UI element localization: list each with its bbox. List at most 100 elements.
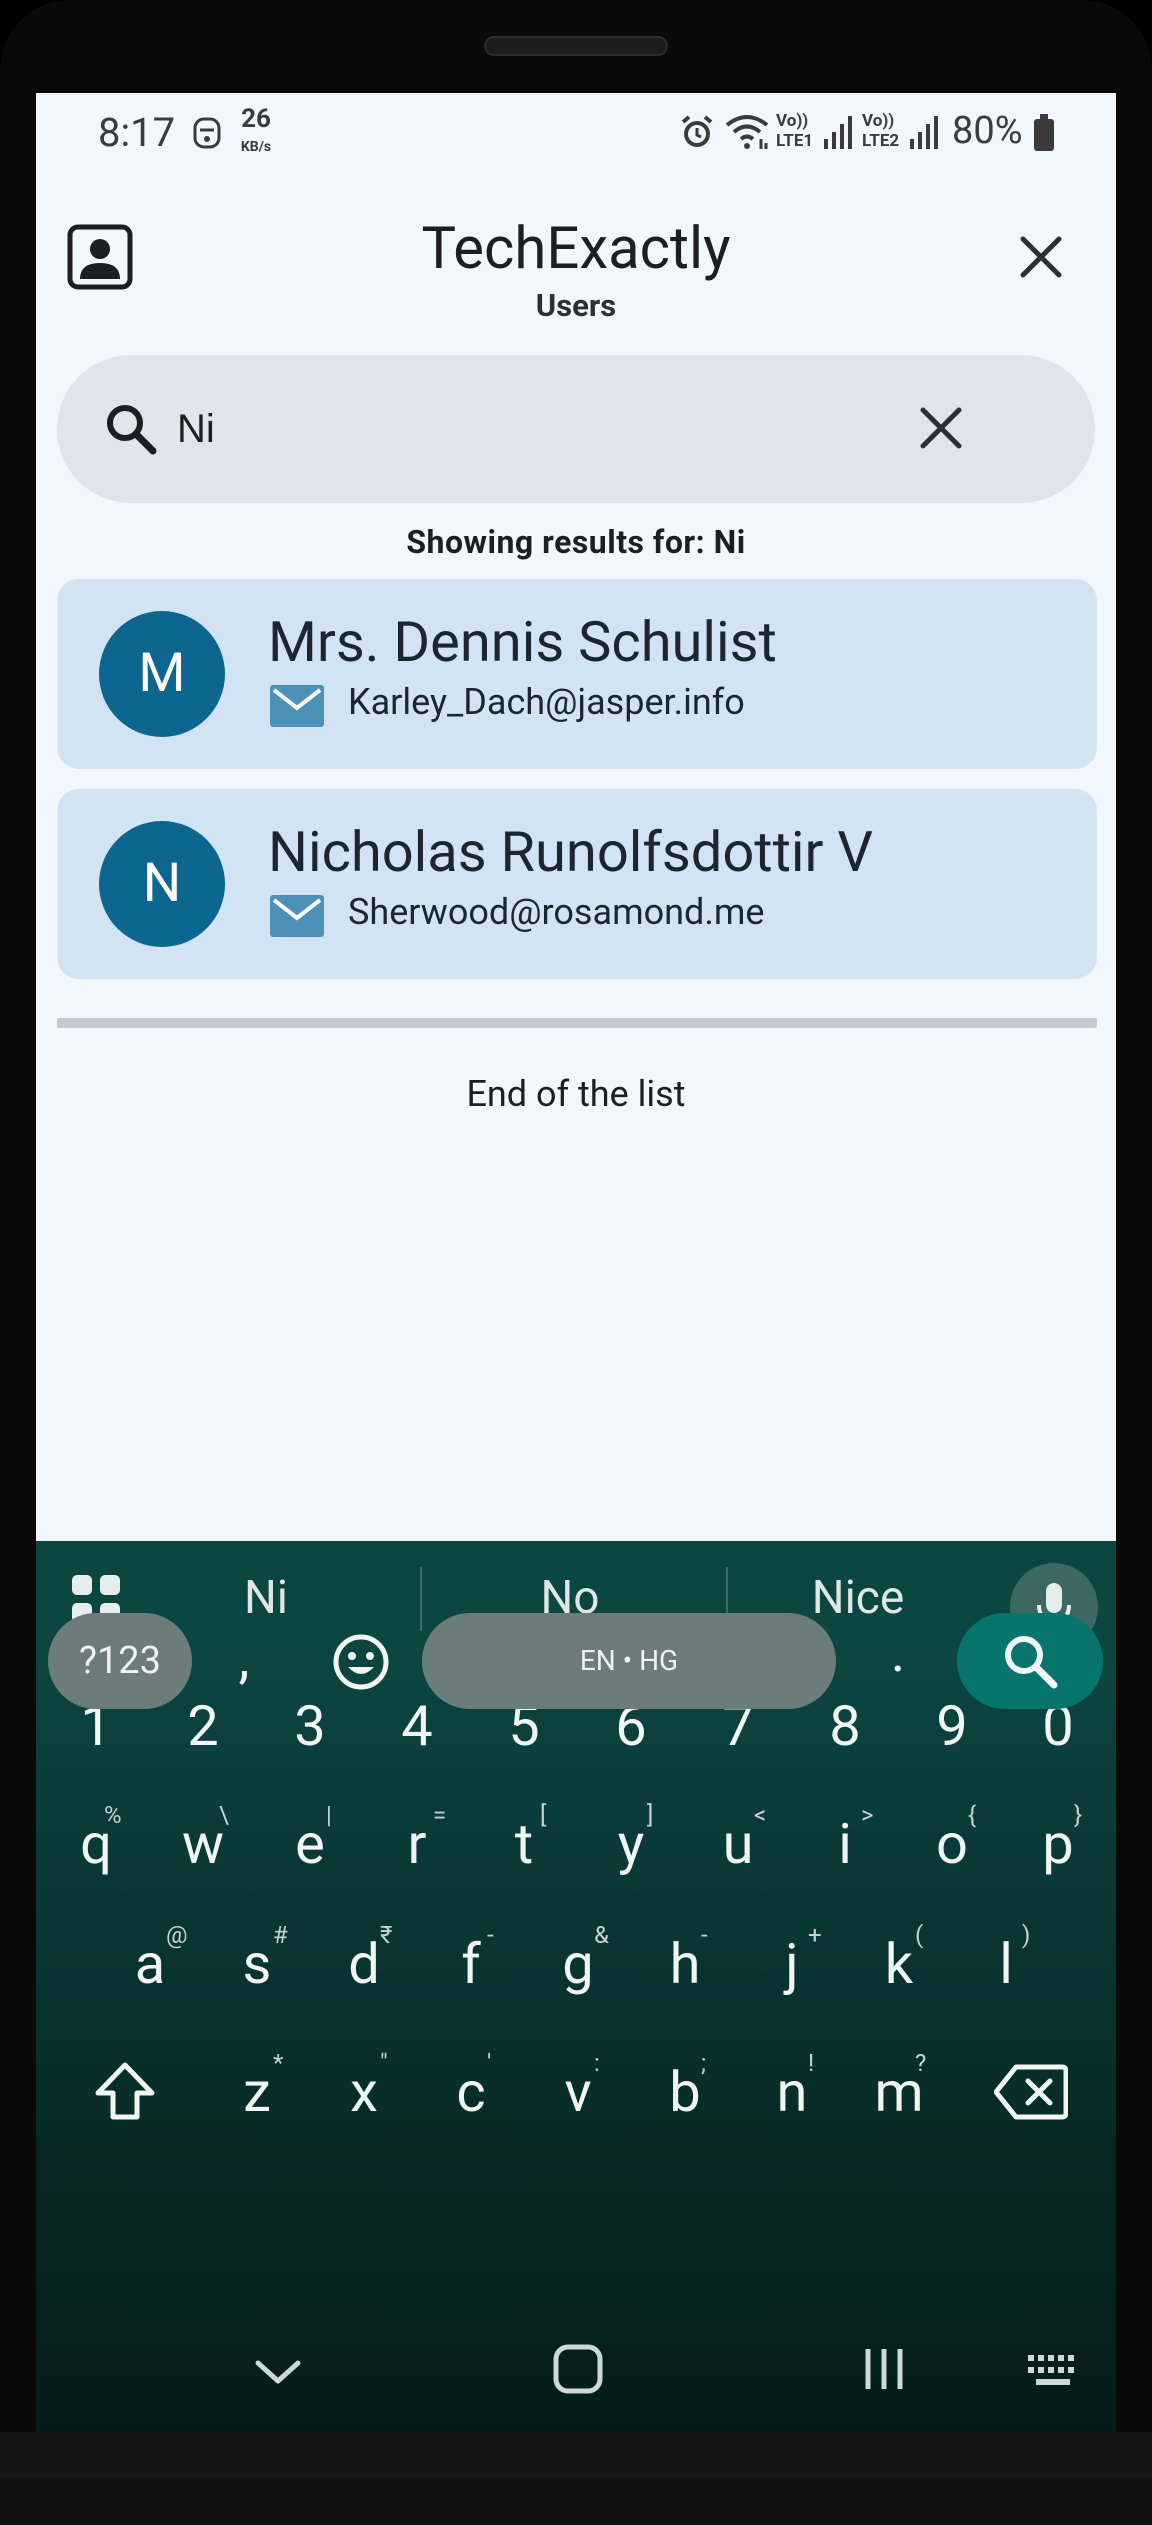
key-d[interactable]: d ₹	[324, 1921, 404, 1997]
key-letter: k	[884, 1931, 914, 1997]
status-time: 8:17	[98, 109, 176, 156]
close-icon[interactable]	[1017, 233, 1065, 281]
key-hint: [	[540, 1801, 547, 1829]
suggestion-1[interactable]: Ni	[206, 1571, 326, 1625]
suggestion-separator	[420, 1567, 422, 1631]
key-o[interactable]: o{	[912, 1801, 992, 1877]
key-letter: p	[1042, 1811, 1074, 1877]
key-hint: -	[487, 1921, 494, 1949]
user-name: Mrs. Dennis Schulist	[268, 609, 777, 675]
search-icon	[1005, 1636, 1058, 1689]
search-bar[interactable]	[57, 355, 1095, 503]
key-q[interactable]: q%	[56, 1801, 136, 1877]
app-header: TechExactly Users	[36, 193, 1116, 324]
key-b[interactable]: b;	[645, 2049, 725, 2125]
status-bar: 8:17 26 KB/s Vo)) LTE1 Vo)) LTE2 80%	[36, 93, 1116, 173]
key-w[interactable]: w \	[163, 1801, 243, 1877]
key-letter: c	[456, 2059, 486, 2125]
key-e[interactable]: e |	[270, 1801, 350, 1877]
key-hint: =	[433, 1801, 447, 1829]
battery-icon	[1034, 114, 1054, 151]
key-hint: }	[1074, 1801, 1083, 1829]
user-card[interactable]: M Mrs. Dennis Schulist Karley_Dach@jaspe…	[57, 579, 1097, 769]
key-2[interactable]: 2	[163, 1693, 243, 1759]
emoji-icon[interactable]	[332, 1633, 390, 1691]
key-x[interactable]: x "	[324, 2049, 404, 2125]
key-hint: *	[273, 2049, 284, 2077]
key-hint: ?	[915, 2049, 927, 2077]
key-letter: d	[348, 1931, 380, 1997]
key-c[interactable]: c '	[431, 2049, 511, 2125]
hide-keyboard-icon[interactable]	[254, 2357, 302, 2387]
sim2-volte-label: Vo)) LTE2	[862, 111, 899, 151]
key-s[interactable]: s #	[217, 1921, 297, 1997]
key-letter: a	[134, 1931, 166, 1997]
phone-bottom-edge	[0, 2432, 1152, 2478]
key-8[interactable]: 8	[805, 1693, 885, 1759]
key-v[interactable]: v:	[538, 2049, 618, 2125]
key-g[interactable]: g &	[538, 1921, 618, 1997]
clear-search-icon[interactable]	[918, 405, 964, 451]
app-subtitle: Users	[535, 287, 617, 324]
key-hint: %	[104, 1801, 122, 1829]
shift-icon[interactable]	[92, 2059, 158, 2125]
space-key[interactable]: EN • HG	[422, 1613, 836, 1709]
key-hint: (	[915, 1921, 924, 1949]
data-speed-unit: KB/s	[240, 139, 272, 155]
backspace-icon[interactable]	[994, 2063, 1068, 2121]
sim1-volte-text: Vo))	[776, 111, 809, 131]
key-letter: g	[562, 1931, 594, 1997]
home-icon[interactable]	[552, 2343, 604, 2395]
key-letter: j	[785, 1931, 799, 1997]
key-letter: x	[350, 2059, 378, 2125]
key-hint: @	[166, 1921, 188, 1949]
key-9[interactable]: 9	[912, 1693, 992, 1759]
key-f[interactable]: f-	[431, 1921, 511, 1997]
key-l[interactable]: l)	[966, 1921, 1046, 1997]
alarm-icon	[681, 115, 713, 147]
key-letter: l	[999, 1931, 1013, 1997]
key-k[interactable]: k(	[859, 1921, 939, 1997]
key-hint: -	[701, 1921, 708, 1949]
key-m[interactable]: m?	[859, 2049, 939, 2125]
search-enter-key[interactable]	[957, 1613, 1103, 1709]
key-n[interactable]: n!	[752, 2049, 832, 2125]
key-a[interactable]: a @	[110, 1921, 190, 1997]
face-icon	[193, 117, 221, 149]
search-input[interactable]	[177, 395, 737, 463]
key-letter: f	[461, 1931, 481, 1997]
symbols-key[interactable]: ?123	[48, 1613, 192, 1709]
phone-bottom-bezel	[0, 2432, 1152, 2525]
search-icon	[107, 405, 157, 455]
key-r[interactable]: r =	[377, 1801, 457, 1877]
key-j[interactable]: j +	[752, 1921, 832, 1997]
key-4[interactable]: 4	[377, 1693, 457, 1759]
key-i[interactable]: i >	[805, 1801, 885, 1877]
phone-speaker	[484, 36, 668, 56]
sim2-label: LTE2	[862, 131, 900, 151]
key-hint: |	[326, 1801, 332, 1829]
key-letter: n	[776, 2059, 808, 2125]
key-u[interactable]: u <	[698, 1801, 778, 1877]
key-period[interactable]: .	[868, 1619, 928, 1685]
key-hint: ]	[647, 1801, 654, 1829]
key-comma[interactable]: ,	[214, 1625, 274, 1691]
keyboard-switch-icon[interactable]	[1026, 2353, 1082, 2389]
key-z[interactable]: z *	[217, 2049, 297, 2125]
key-p[interactable]: p}	[1018, 1801, 1098, 1877]
results-label: Showing results for: Ni	[406, 523, 746, 561]
user-name: Nicholas Runolfsdottir V	[268, 819, 874, 885]
recent-apps-icon[interactable]	[862, 2347, 906, 2391]
user-email: Sherwood@rosamond.me	[348, 891, 765, 933]
sim1-label: LTE1	[776, 131, 814, 151]
phone-frame: 8:17 26 KB/s Vo)) LTE1 Vo)) LTE2 80% Tec…	[0, 0, 1152, 2525]
key-3[interactable]: 3	[270, 1693, 350, 1759]
app-title: TechExactly	[421, 215, 731, 283]
mail-icon	[270, 685, 324, 727]
sim2-volte-text: Vo))	[862, 111, 895, 131]
screen: 8:17 26 KB/s Vo)) LTE1 Vo)) LTE2 80% Tec…	[36, 93, 1116, 2432]
key-t[interactable]: t[	[484, 1801, 564, 1877]
user-card[interactable]: N Nicholas Runolfsdottir V Sherwood@rosa…	[57, 789, 1097, 979]
key-y[interactable]: y]	[591, 1801, 671, 1877]
key-h[interactable]: h-	[645, 1921, 725, 1997]
